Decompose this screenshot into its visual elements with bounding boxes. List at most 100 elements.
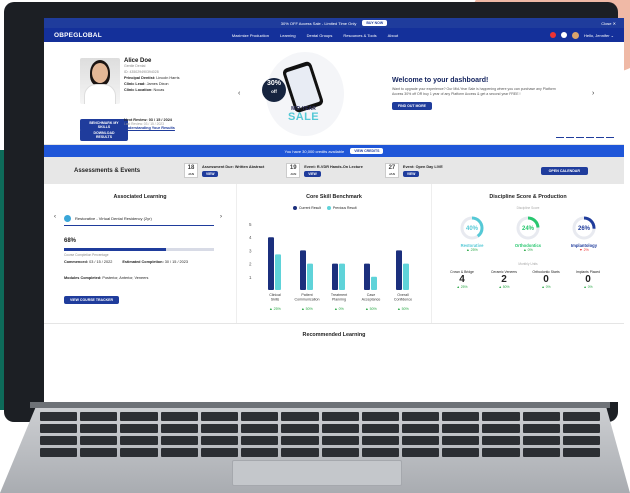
keyboard-key bbox=[281, 424, 319, 433]
event-date: 19 JAN bbox=[286, 163, 301, 178]
dial-ring: 24% bbox=[516, 216, 540, 240]
nav-link-dental-groups[interactable]: Dental Groups bbox=[307, 33, 333, 38]
skill-benchmark-panel: Core Skill Benchmark Current Result Prev… bbox=[237, 184, 432, 323]
keyboard-key bbox=[40, 436, 78, 445]
x-tick-label: Communication bbox=[295, 298, 320, 302]
event-view-button[interactable]: VIEW bbox=[402, 170, 420, 177]
open-calendar-button[interactable]: OPEN CALENDAR bbox=[540, 166, 588, 175]
event-view-button[interactable]: VIEW bbox=[304, 170, 321, 177]
x-tick-label: Acceptance bbox=[362, 298, 381, 302]
bar-current bbox=[364, 263, 370, 290]
keyboard-key bbox=[80, 436, 118, 445]
dial-value: 26% bbox=[578, 226, 591, 232]
discipline-dial: 24% Orthodontics ▲ 0% bbox=[506, 214, 550, 252]
profile-photo bbox=[80, 58, 120, 104]
download-results-button[interactable]: DOWNLOAD RESULTS bbox=[80, 129, 128, 141]
nav-link-resources[interactable]: Resources & Tools bbox=[343, 33, 376, 38]
completion-caption: Course Completion Percentage bbox=[64, 253, 109, 257]
dial-change: ▲ 25% bbox=[466, 248, 478, 252]
promo-bar: 30% OFF Access Sale - Limited Time Only … bbox=[44, 18, 624, 28]
y-tick-label: 3 bbox=[249, 248, 252, 253]
welcome-text: Welcome to your dashboard! Want to upgra… bbox=[392, 77, 562, 110]
course-name: Restorative - Virtual Dental Residency (… bbox=[75, 216, 152, 221]
brand-logo[interactable]: OBPEGLOBAL bbox=[54, 32, 102, 39]
dial-ring: 40% bbox=[460, 216, 484, 240]
stat-change: ▲ 25% bbox=[456, 285, 468, 289]
event-label: Event: R-VDR Hands-On Lecture bbox=[304, 164, 363, 169]
profile-practice: Gentle Dental bbox=[124, 64, 146, 68]
keyboard-key bbox=[522, 424, 560, 433]
bell-icon[interactable] bbox=[560, 32, 567, 38]
carousel-dots[interactable] bbox=[556, 136, 614, 138]
modules-completed: Modules Completed: Posterior, Anterior, … bbox=[64, 276, 149, 280]
review-info: Next Review: 03 / 15 / 2024 Last Review:… bbox=[124, 118, 175, 130]
credits-text: You have 30,000 credits available bbox=[284, 148, 345, 154]
view-credits-button[interactable]: VIEW CREDITS bbox=[350, 148, 384, 154]
keyboard-key bbox=[482, 436, 520, 445]
keyboard-key bbox=[80, 448, 118, 457]
stat-value: 4 bbox=[459, 274, 465, 285]
discipline-score-label: Discipline Score bbox=[516, 206, 540, 210]
x-tick-label: Clinical bbox=[269, 293, 281, 297]
nav-link-production[interactable]: Maximize Production bbox=[232, 33, 269, 38]
promo-close-button[interactable]: Close ✕ bbox=[601, 21, 616, 26]
dashboard-panels: Associated Learning ‹ Restorative - Virt… bbox=[44, 184, 624, 324]
x-tick-label: Case bbox=[367, 293, 375, 297]
dial-ring: 26% bbox=[572, 216, 596, 240]
nav-link-about[interactable]: About bbox=[388, 33, 398, 38]
discount-badge: 30% off bbox=[262, 78, 286, 102]
skill-bar-chart: 1 2 3 4 5 ClinicalSkills ▲ 25% PatientCommunica… bbox=[249, 222, 412, 311]
monthly-stat: Ceramic Veneers 2 ▲ 50% bbox=[486, 270, 522, 289]
monthly-stat: Orthodontic Starts 0 ▲ 0% bbox=[528, 270, 564, 289]
change-label: ▲ 50% bbox=[397, 307, 410, 311]
keyboard-key bbox=[321, 424, 359, 433]
profile-id: ID: 435029490394028 bbox=[124, 70, 159, 74]
keyboard-key bbox=[401, 436, 440, 445]
keyboard-key bbox=[482, 412, 520, 421]
event-item: 19 JAN Event: R-VDR Hands-On Lecture VIEW bbox=[286, 163, 363, 178]
completion-percent: 68% bbox=[64, 238, 77, 244]
find-out-more-button[interactable]: FIND OUT MORE bbox=[392, 102, 432, 110]
nav-links: Maximize Production Learning Dental Grou… bbox=[232, 33, 398, 38]
notification-icon[interactable] bbox=[549, 32, 556, 38]
user-greeting[interactable]: Hello, Jennifer ⌄ bbox=[584, 33, 614, 38]
keyboard-key bbox=[120, 448, 158, 457]
keyboard-key bbox=[442, 424, 480, 433]
nav-user-area: Hello, Jennifer ⌄ bbox=[549, 31, 614, 39]
dial-value: 40% bbox=[466, 226, 479, 232]
user-avatar[interactable] bbox=[571, 31, 579, 39]
credits-bar: You have 30,000 credits available VIEW C… bbox=[44, 145, 624, 157]
keyboard-key bbox=[361, 424, 399, 433]
keyboard-key bbox=[522, 412, 560, 421]
keyboard-key bbox=[442, 436, 480, 445]
recommended-learning-heading: Recommended Learning bbox=[302, 332, 366, 338]
y-tick-label: 5 bbox=[249, 222, 252, 227]
keyboard-key bbox=[40, 448, 78, 457]
banner-next-arrow[interactable]: › bbox=[592, 90, 594, 97]
understanding-results-link[interactable]: Understanding Your Results bbox=[124, 126, 175, 130]
course-prev-arrow[interactable]: ‹ bbox=[54, 214, 56, 220]
welcome-heading: Welcome to your dashboard! bbox=[392, 77, 489, 84]
view-course-tracker-button[interactable]: VIEW COURSE TRACKER bbox=[64, 296, 119, 304]
panel-title: Discipline Score & Production bbox=[489, 194, 567, 200]
course-next-arrow[interactable]: › bbox=[220, 214, 222, 220]
y-tick-label: 2 bbox=[249, 262, 252, 267]
monthly-stat: Crown & Bridge 4 ▲ 25% bbox=[444, 270, 480, 289]
keyboard-key bbox=[361, 436, 399, 445]
marketing-scene: 30% OFF Access Sale - Limited Time Only … bbox=[0, 0, 630, 493]
chart-legend: Current Result Previous Result bbox=[293, 206, 357, 211]
buy-now-button[interactable]: BUY NOW bbox=[362, 20, 388, 26]
keyboard-key bbox=[482, 424, 520, 433]
dial-change: ▼ 2% bbox=[579, 248, 589, 252]
keyboard bbox=[40, 412, 600, 457]
keyboard-key bbox=[281, 412, 319, 421]
x-tick-label: Overall bbox=[397, 293, 409, 297]
top-nav: OBPEGLOBAL Maximize Production Learning … bbox=[44, 28, 624, 42]
clinic-lead-line: Clinic Lead: James Dixon bbox=[124, 82, 169, 86]
course-selector[interactable]: Restorative - Virtual Dental Residency (… bbox=[64, 212, 214, 226]
keyboard-key bbox=[200, 412, 239, 421]
keyboard-key bbox=[562, 448, 600, 457]
event-view-button[interactable]: VIEW bbox=[202, 170, 219, 177]
nav-link-learning[interactable]: Learning bbox=[280, 33, 296, 38]
banner-prev-arrow[interactable]: ‹ bbox=[238, 90, 240, 97]
